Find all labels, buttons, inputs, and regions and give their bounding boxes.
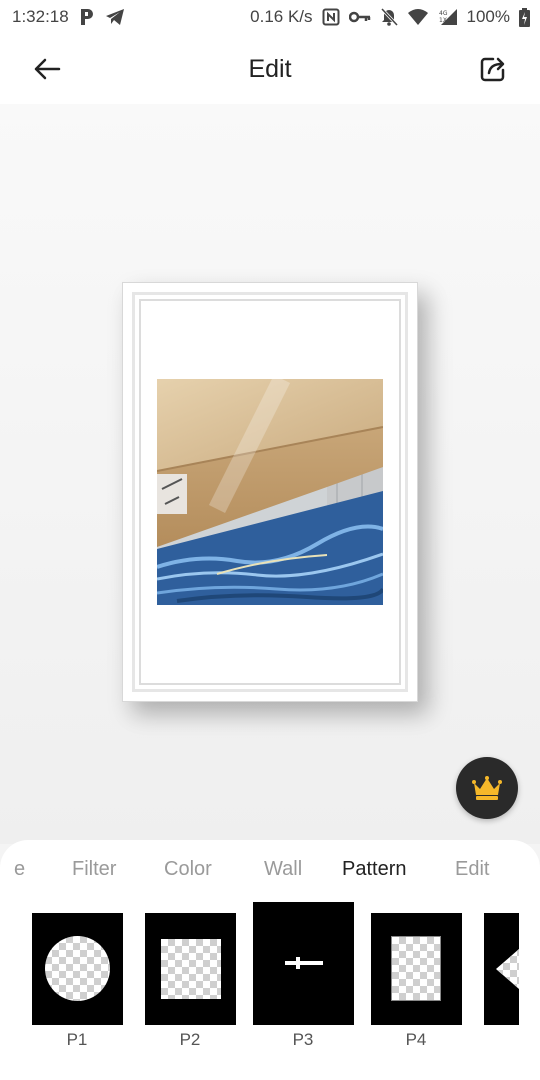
pattern-label-p3: P3: [292, 1030, 314, 1049]
back-button[interactable]: [30, 54, 64, 84]
p-app-icon: [79, 8, 95, 26]
pattern-label-p4: P4: [405, 1030, 427, 1049]
line-cutout-tick: [296, 957, 300, 969]
tab-pattern[interactable]: Pattern: [342, 858, 406, 881]
status-time: 1:32:18: [12, 7, 69, 26]
key-icon: [348, 10, 371, 24]
pattern-thumb-p5[interactable]: [484, 913, 519, 1025]
network-speed: 0.16 K/s: [250, 7, 313, 26]
tab-wall[interactable]: Wall: [264, 858, 302, 881]
tab-bar: e Filter Color Wall Pattern Edit: [0, 858, 540, 888]
pattern-thumb-p3[interactable]: [253, 902, 354, 1025]
square-cutout: [161, 939, 221, 999]
bottom-panel: e Filter Color Wall Pattern Edit P1 P2 P…: [0, 840, 540, 1080]
pattern-label-p1: P1: [66, 1030, 88, 1049]
signal-4g-icon: 4G 1X: [438, 8, 458, 26]
circle-cutout: [45, 936, 110, 1001]
tab-color[interactable]: Color: [164, 858, 212, 881]
battery-percent: 100%: [466, 7, 510, 26]
arrow-left-icon: [34, 58, 61, 80]
premium-button[interactable]: [456, 757, 518, 819]
share-icon: [480, 57, 505, 82]
tab-partial[interactable]: e: [14, 858, 25, 881]
rect-cutout: [391, 936, 441, 1001]
pattern-label-p2: P2: [179, 1030, 201, 1049]
crown-icon: [472, 776, 502, 800]
pattern-thumb-p4[interactable]: [371, 913, 462, 1025]
photo-image: [157, 379, 383, 605]
bell-off-icon: [380, 8, 398, 26]
battery-charging-icon: [519, 7, 530, 27]
svg-text:4G: 4G: [439, 10, 448, 17]
telegram-icon: [105, 8, 125, 26]
nfc-icon: [322, 8, 340, 26]
svg-text:1X: 1X: [439, 17, 447, 24]
app-bar: Edit: [0, 34, 540, 104]
framed-photo[interactable]: [157, 379, 383, 605]
share-button[interactable]: [476, 54, 510, 84]
pattern-thumb-p2[interactable]: [145, 913, 236, 1025]
triangle-cutout: [496, 949, 519, 989]
page-title: Edit: [248, 54, 292, 83]
status-bar: 1:32:18 0.16 K/s 4G 1X 100%: [0, 0, 540, 34]
tab-edit[interactable]: Edit: [455, 858, 489, 881]
wifi-icon: [407, 8, 429, 26]
pattern-thumb-p1[interactable]: [32, 913, 123, 1025]
line-cutout: [285, 961, 323, 965]
pattern-list: P1 P2 P3 P4: [0, 900, 540, 1060]
tab-filter[interactable]: Filter: [72, 858, 116, 881]
